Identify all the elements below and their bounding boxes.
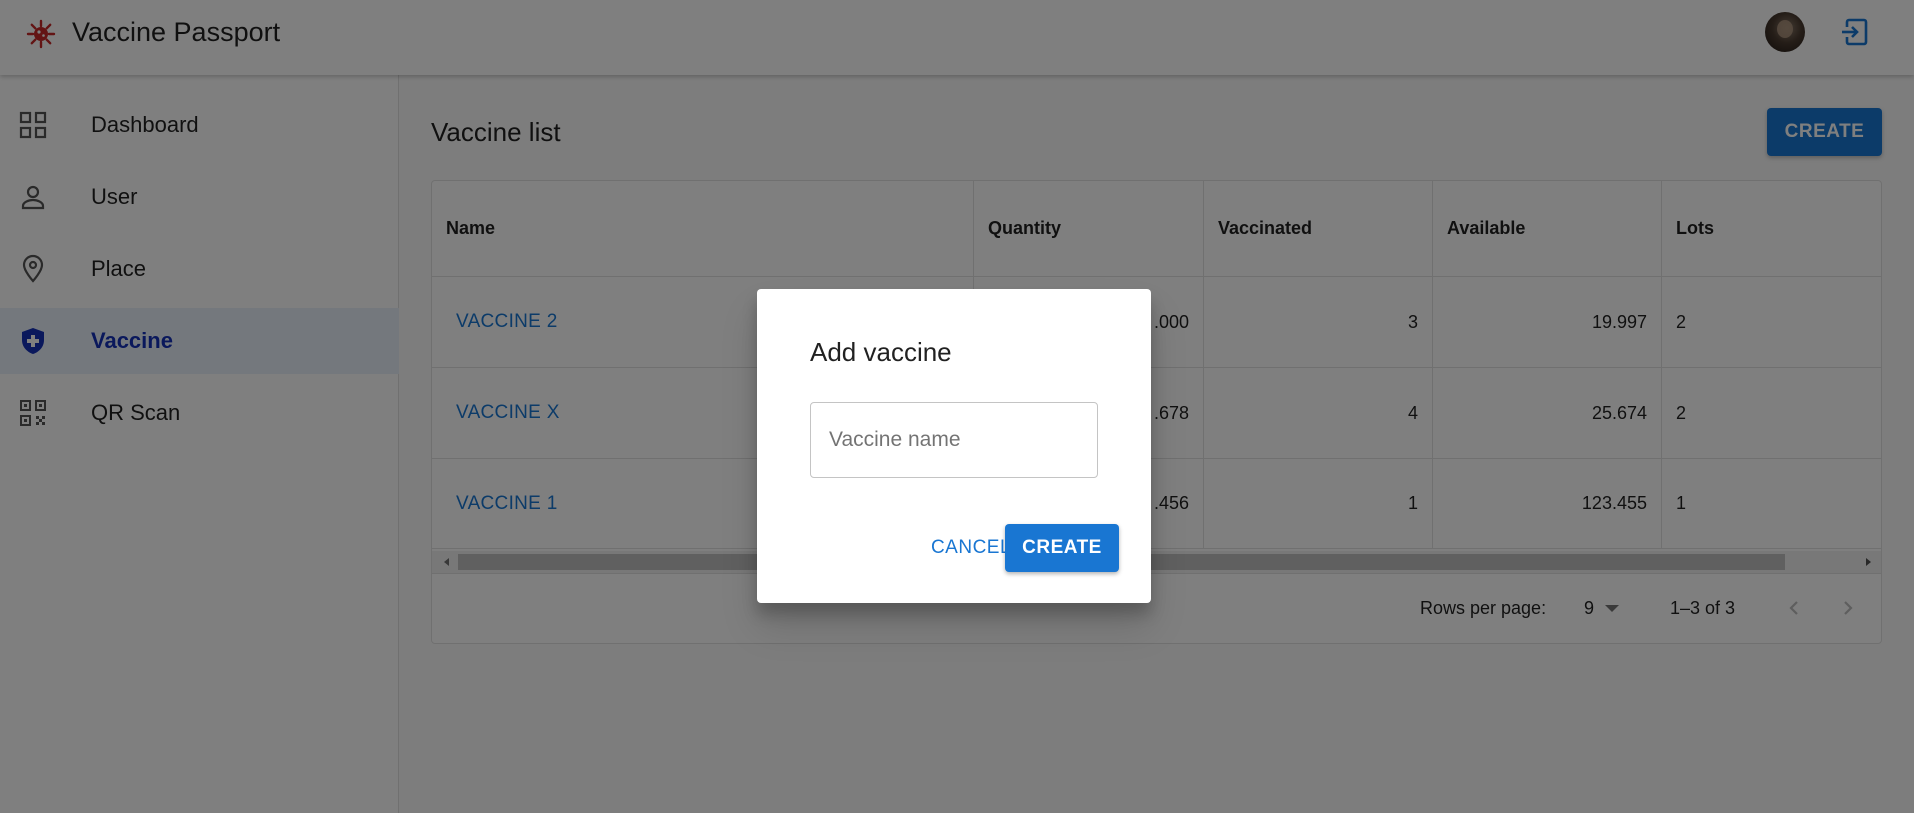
add-vaccine-dialog: Add vaccine CANCEL CREATE xyxy=(757,289,1151,603)
dialog-title: Add vaccine xyxy=(810,337,952,367)
create-button[interactable]: CREATE xyxy=(1005,524,1119,572)
vaccine-name-input[interactable] xyxy=(810,402,1098,478)
